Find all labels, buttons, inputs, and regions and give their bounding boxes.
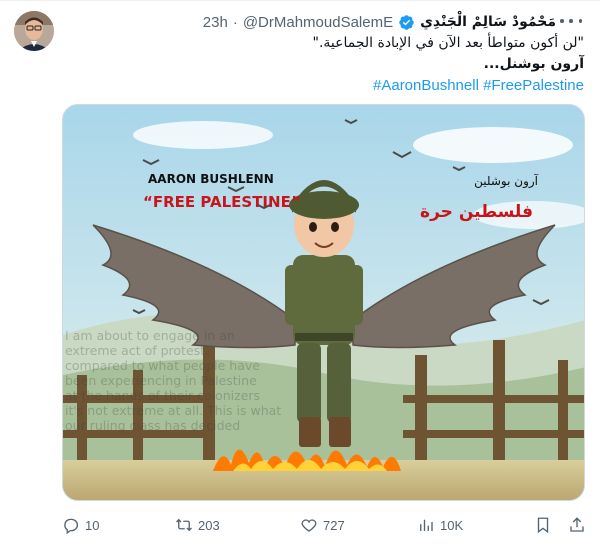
tweet-hashtags: #FreePalestine #AaronBushnell — [62, 77, 584, 94]
overlay-quote-text: I am about to engage in an extreme act o… — [65, 328, 584, 433]
views-count: 10K — [440, 517, 464, 533]
english-name-text: AARON BUSHLENN — [148, 172, 274, 186]
reply-button[interactable]: 10 — [62, 514, 99, 536]
repost-button[interactable]: 203 — [175, 514, 220, 536]
like-button[interactable]: 727 — [300, 514, 345, 536]
overlay-line: been experiencing in Palestine — [65, 373, 257, 388]
views-button[interactable]: 10K — [417, 514, 463, 536]
bookmark-button[interactable] — [534, 514, 552, 536]
repost-icon — [176, 518, 192, 532]
repost-count: 203 — [198, 517, 220, 533]
timestamp[interactable]: 23h — [203, 14, 228, 31]
arabic-name-text: آرون بوشلين — [474, 173, 539, 189]
english-slogan-text: “FREE PALESTINE” — [143, 193, 301, 211]
display-name[interactable]: مَحْمُودْ سَالِمْ الْجَنْدِي — [420, 14, 556, 30]
user-handle[interactable]: @DrMahmoudSalemE — [243, 14, 393, 31]
hashtag-free-palestine[interactable]: #FreePalestine — [483, 77, 584, 94]
heart-icon — [301, 519, 317, 532]
tweet: مَحْمُودْ سَالِمْ الْجَنْدِي @DrMahmoudS… — [0, 0, 600, 548]
verified-badge-icon — [399, 14, 414, 30]
tweet-header: مَحْمُودْ سَالِمْ الْجَنْدِي @DrMahmoudS… — [62, 12, 556, 32]
tweet-media-image[interactable]: AARON BUSHLENN “FREE PALESTINE” آرون بوش… — [62, 104, 585, 501]
action-bar: 10 203 727 10K — [62, 514, 586, 538]
overlay-line: I am about to engage in an — [65, 328, 235, 343]
tweet-text-line-2: آرون بوشنل... — [483, 56, 584, 72]
overlay-line: it's not extreme at all. This is what — [65, 403, 282, 418]
overlay-line: extreme act of protest. — [65, 343, 210, 358]
reply-icon — [64, 518, 79, 534]
tweet-text-line-1: "لن أكون متواطأ بعد الآن في الإبادة الجم… — [312, 35, 584, 51]
overlay-line: at the hands of their colonizers — [65, 388, 261, 403]
overlay-line: compared to what people have — [65, 358, 260, 373]
avatar-image — [14, 11, 54, 51]
overlay-line: our ruling class has decided — [65, 418, 241, 433]
reply-count: 10 — [85, 517, 100, 533]
illustration: AARON BUSHLENN “FREE PALESTINE” آرون بوش… — [63, 105, 584, 500]
more-options-icon[interactable] — [560, 13, 582, 29]
share-button[interactable] — [568, 514, 586, 536]
bookmark-icon — [537, 517, 549, 534]
hashtag-aaron-bushnell[interactable]: #AaronBushnell — [373, 77, 479, 94]
views-chart-icon — [420, 519, 433, 531]
share-icon — [570, 517, 584, 532]
separator-dot: · — [232, 13, 238, 31]
avatar[interactable] — [14, 11, 54, 51]
like-count: 727 — [323, 517, 345, 533]
arabic-slogan-text: فلسطين حرة — [420, 202, 533, 222]
